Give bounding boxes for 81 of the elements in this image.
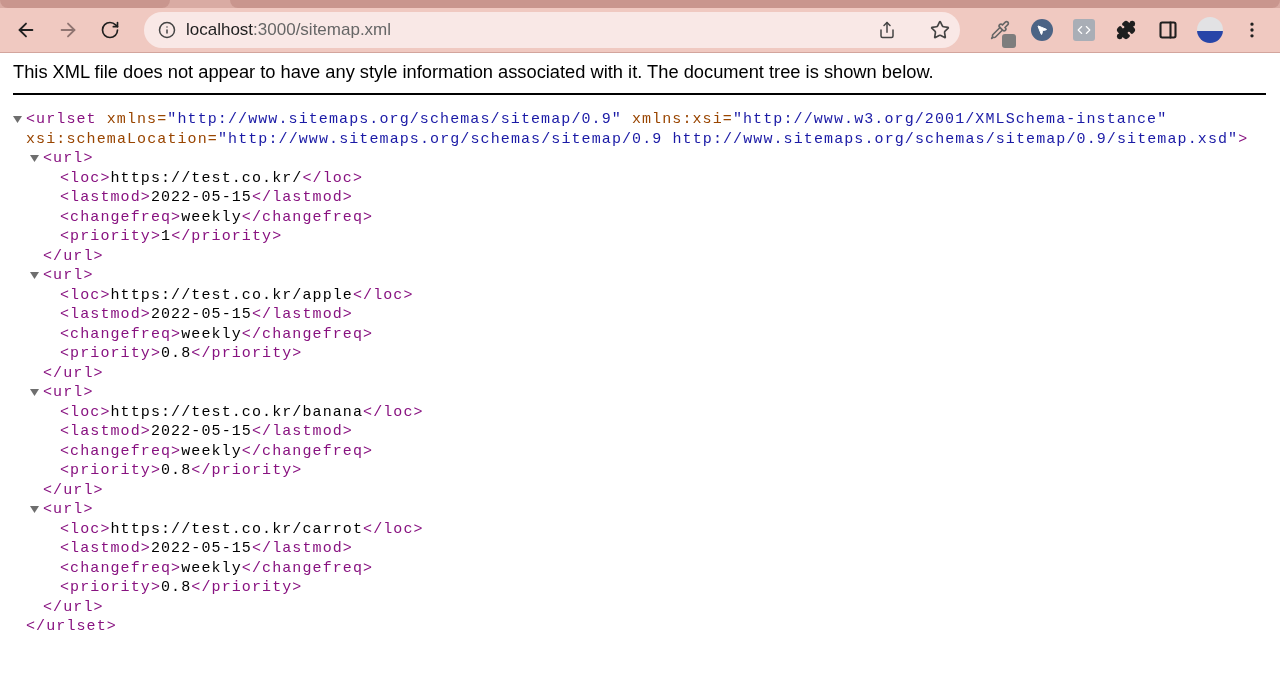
collapse-triangle-icon[interactable] bbox=[30, 388, 39, 398]
xml-tag: <lastmod> bbox=[60, 539, 151, 559]
xml-tag: <url> bbox=[43, 383, 94, 403]
xml-tag: </changefreq> bbox=[241, 558, 374, 578]
xml-tag: <lastmod> bbox=[60, 422, 151, 442]
attribute-value: "http://www.sitemaps.org/schemas/sitemap/0.9 http://www.sitemaps.org/schemas/sitemap/0.9/sitemap.xsd" bbox=[217, 129, 1239, 149]
xml-tag: <priority> bbox=[60, 344, 161, 364]
xml-tag: <loc> bbox=[60, 168, 111, 188]
xml-tag: <lastmod> bbox=[60, 188, 151, 208]
share-icon[interactable] bbox=[878, 21, 896, 39]
collapse-triangle-icon[interactable] bbox=[30, 271, 39, 281]
attribute-name: xsi:schemaLocation= bbox=[26, 129, 218, 149]
xml-tag: </url> bbox=[43, 363, 104, 383]
xml-tag: <urlset bbox=[26, 110, 97, 130]
xml-text: weekly bbox=[181, 558, 242, 578]
xml-tag: <priority> bbox=[60, 578, 161, 598]
url-text: localhost:3000/sitemap.xml bbox=[186, 20, 393, 40]
xml-tag: <loc> bbox=[60, 285, 111, 305]
xml-text: 2022-05-15 bbox=[150, 305, 252, 325]
xml-tag: > bbox=[1238, 129, 1249, 149]
xml-tag: </url> bbox=[43, 480, 104, 500]
xml-text: weekly bbox=[181, 441, 242, 461]
xml-text: https://test.co.kr/ bbox=[110, 168, 303, 188]
info-icon[interactable] bbox=[158, 21, 176, 39]
xml-tag: </priority> bbox=[191, 578, 303, 598]
collapse-triangle-icon[interactable] bbox=[13, 115, 22, 125]
address-bar[interactable]: localhost:3000/sitemap.xml bbox=[144, 12, 960, 48]
xml-tag: <url> bbox=[43, 266, 94, 286]
xml-tag: </changefreq> bbox=[241, 324, 374, 344]
xml-tag: </lastmod> bbox=[251, 305, 353, 325]
xml-tag: </priority> bbox=[191, 461, 303, 481]
xml-text: weekly bbox=[181, 324, 242, 344]
xml-text: 2022-05-15 bbox=[150, 188, 252, 208]
xml-tag: <lastmod> bbox=[60, 305, 151, 325]
attribute-name: xmlns= bbox=[106, 110, 168, 130]
xml-tag: <priority> bbox=[60, 461, 161, 481]
xml-tag: </url> bbox=[43, 246, 104, 266]
xml-tag: </urlset> bbox=[26, 617, 117, 637]
xml-tag: <url> bbox=[43, 149, 94, 169]
xml-tag: <changefreq> bbox=[60, 324, 182, 344]
xml-text: 0.8 bbox=[161, 578, 192, 598]
xml-tag: </changefreq> bbox=[241, 441, 374, 461]
xml-tag: <changefreq> bbox=[60, 441, 182, 461]
xml-tag: </changefreq> bbox=[241, 207, 374, 227]
xml-tag: <loc> bbox=[60, 519, 111, 539]
xml-tag: <loc> bbox=[60, 402, 111, 422]
attribute-value: "http://www.w3.org/2001/XMLSchema-instance" bbox=[732, 110, 1168, 130]
xml-text: https://test.co.kr/carrot bbox=[110, 519, 364, 539]
cursor-icon[interactable] bbox=[1031, 19, 1053, 41]
xml-tag: </url> bbox=[43, 597, 104, 617]
xml-text: weekly bbox=[181, 207, 242, 227]
xml-tag: </lastmod> bbox=[251, 539, 353, 559]
xml-text: 0.8 bbox=[161, 461, 192, 481]
attribute-value: "http://www.sitemaps.org/schemas/sitemap/0.9" bbox=[167, 110, 622, 130]
side-panel-icon[interactable] bbox=[1158, 20, 1178, 40]
xml-tag: </loc> bbox=[363, 402, 424, 422]
puzzle-icon[interactable] bbox=[1116, 20, 1136, 40]
xml-tag: </lastmod> bbox=[251, 188, 353, 208]
xml-tag: <priority> bbox=[60, 227, 161, 247]
xml-tag: </loc> bbox=[302, 168, 364, 188]
xml-tag: <changefreq> bbox=[60, 558, 182, 578]
collapse-triangle-icon[interactable] bbox=[30, 154, 39, 164]
xml-text: 0.8 bbox=[161, 344, 192, 364]
xml-tag: <changefreq> bbox=[60, 207, 182, 227]
xml-text: 2022-05-15 bbox=[150, 539, 252, 559]
xml-text: https://test.co.kr/apple bbox=[110, 285, 353, 305]
xml-tag: <url> bbox=[43, 500, 94, 520]
xml-tag: </priority> bbox=[171, 227, 283, 247]
attribute-name: xmlns:xsi= bbox=[631, 110, 733, 130]
xml-tag: </lastmod> bbox=[251, 422, 353, 442]
star-icon[interactable] bbox=[930, 20, 950, 40]
collapse-triangle-icon[interactable] bbox=[30, 505, 39, 515]
xml-text: https://test.co.kr/banana bbox=[110, 402, 364, 422]
xml-tag: </priority> bbox=[191, 344, 303, 364]
xml-text: 2022-05-15 bbox=[150, 422, 252, 442]
xml-text: 1 bbox=[161, 227, 172, 247]
reload-icon[interactable] bbox=[100, 20, 120, 40]
notice-text: This XML file does not appear to have any style information associated with it. The document tree is shown below. bbox=[13, 61, 1266, 95]
xml-tag: </loc> bbox=[352, 285, 414, 305]
avatar[interactable] bbox=[1197, 17, 1223, 43]
xml-tag: </loc> bbox=[363, 519, 424, 539]
